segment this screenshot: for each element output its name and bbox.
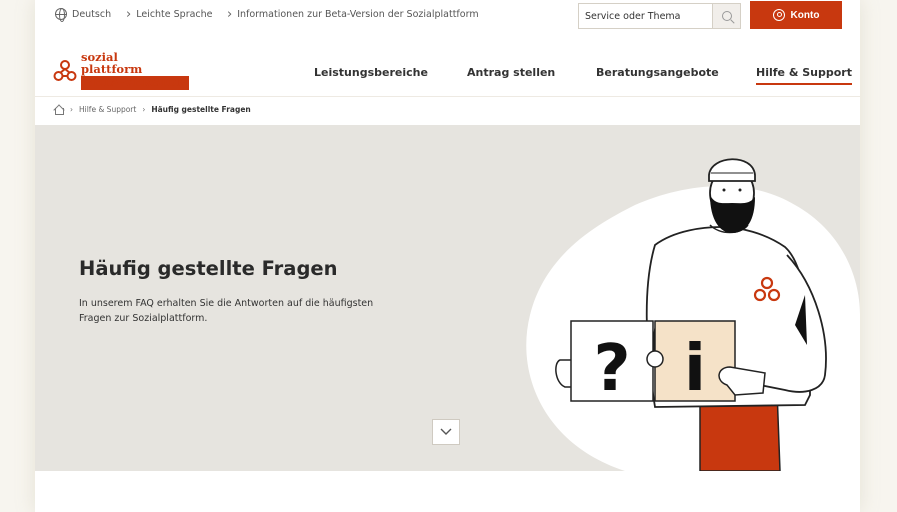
- beta-info-link[interactable]: › Informationen zur Beta-Version der Soz…: [227, 8, 479, 21]
- logo-text-line2: plattform: [81, 61, 143, 76]
- chevron-down-icon: [440, 428, 452, 435]
- chevron-right-icon: ›: [70, 104, 73, 114]
- page-title: Häufig gestellte Fragen: [79, 257, 338, 280]
- main-header: sozial plattform BETA-VERSION Leistungsb…: [35, 40, 860, 96]
- hero-section: ? i Häufig gestellte Fragen In unserem F…: [35, 125, 860, 471]
- breadcrumb: › Hilfe & Support › Häufig gestellte Fra…: [53, 104, 251, 115]
- search-button[interactable]: [712, 4, 740, 28]
- language-label: Deutsch: [72, 8, 112, 20]
- support-person-illustration: ? i: [526, 158, 860, 471]
- search-icon: [721, 11, 732, 21]
- home-icon[interactable]: [53, 104, 64, 115]
- page: Deutsch › Leichte Sprache › Informatione…: [35, 0, 860, 512]
- search-box: [578, 3, 741, 29]
- user-icon: [772, 9, 785, 21]
- chevron-right-icon: ›: [227, 7, 233, 22]
- puzzle-question-mark: ?: [593, 332, 630, 406]
- nav-leistungsbereiche[interactable]: Leistungsbereiche: [314, 66, 428, 79]
- nav-antrag-stellen[interactable]: Antrag stellen: [467, 66, 555, 79]
- scroll-down-button[interactable]: [432, 419, 460, 445]
- breadcrumb-current: Häufig gestellte Fragen: [151, 104, 251, 114]
- easy-language-label: Leichte Sprache: [136, 9, 213, 20]
- account-button[interactable]: Konto: [750, 1, 842, 29]
- beta-info-label: Informationen zur Beta-Version der Sozia…: [237, 9, 479, 20]
- puzzle-info-letter: i: [684, 332, 706, 406]
- content-area: [35, 471, 860, 512]
- easy-language-link[interactable]: › Leichte Sprache: [126, 8, 213, 21]
- search-input[interactable]: [579, 4, 713, 28]
- header-divider: [35, 96, 860, 97]
- logo-icon: [53, 59, 77, 81]
- logo[interactable]: sozial plattform BETA-VERSION: [53, 51, 190, 90]
- hero-description: In unserem FAQ erhalten Sie die Antworte…: [79, 298, 374, 324]
- beta-badge: BETA-VERSION: [81, 75, 190, 90]
- breadcrumb-hilfe-support[interactable]: Hilfe & Support: [79, 105, 136, 114]
- nav-beratungsangebote[interactable]: Beratungsangebote: [596, 66, 719, 79]
- nav-hilfe-support[interactable]: Hilfe & Support: [756, 66, 852, 85]
- chevron-right-icon: ›: [126, 7, 132, 22]
- language-switch[interactable]: Deutsch: [55, 8, 112, 22]
- globe-icon: [55, 8, 67, 22]
- chevron-right-icon: ›: [142, 104, 146, 114]
- account-label: Konto: [790, 9, 820, 21]
- top-utility-bar: Deutsch › Leichte Sprache › Informatione…: [35, 0, 860, 32]
